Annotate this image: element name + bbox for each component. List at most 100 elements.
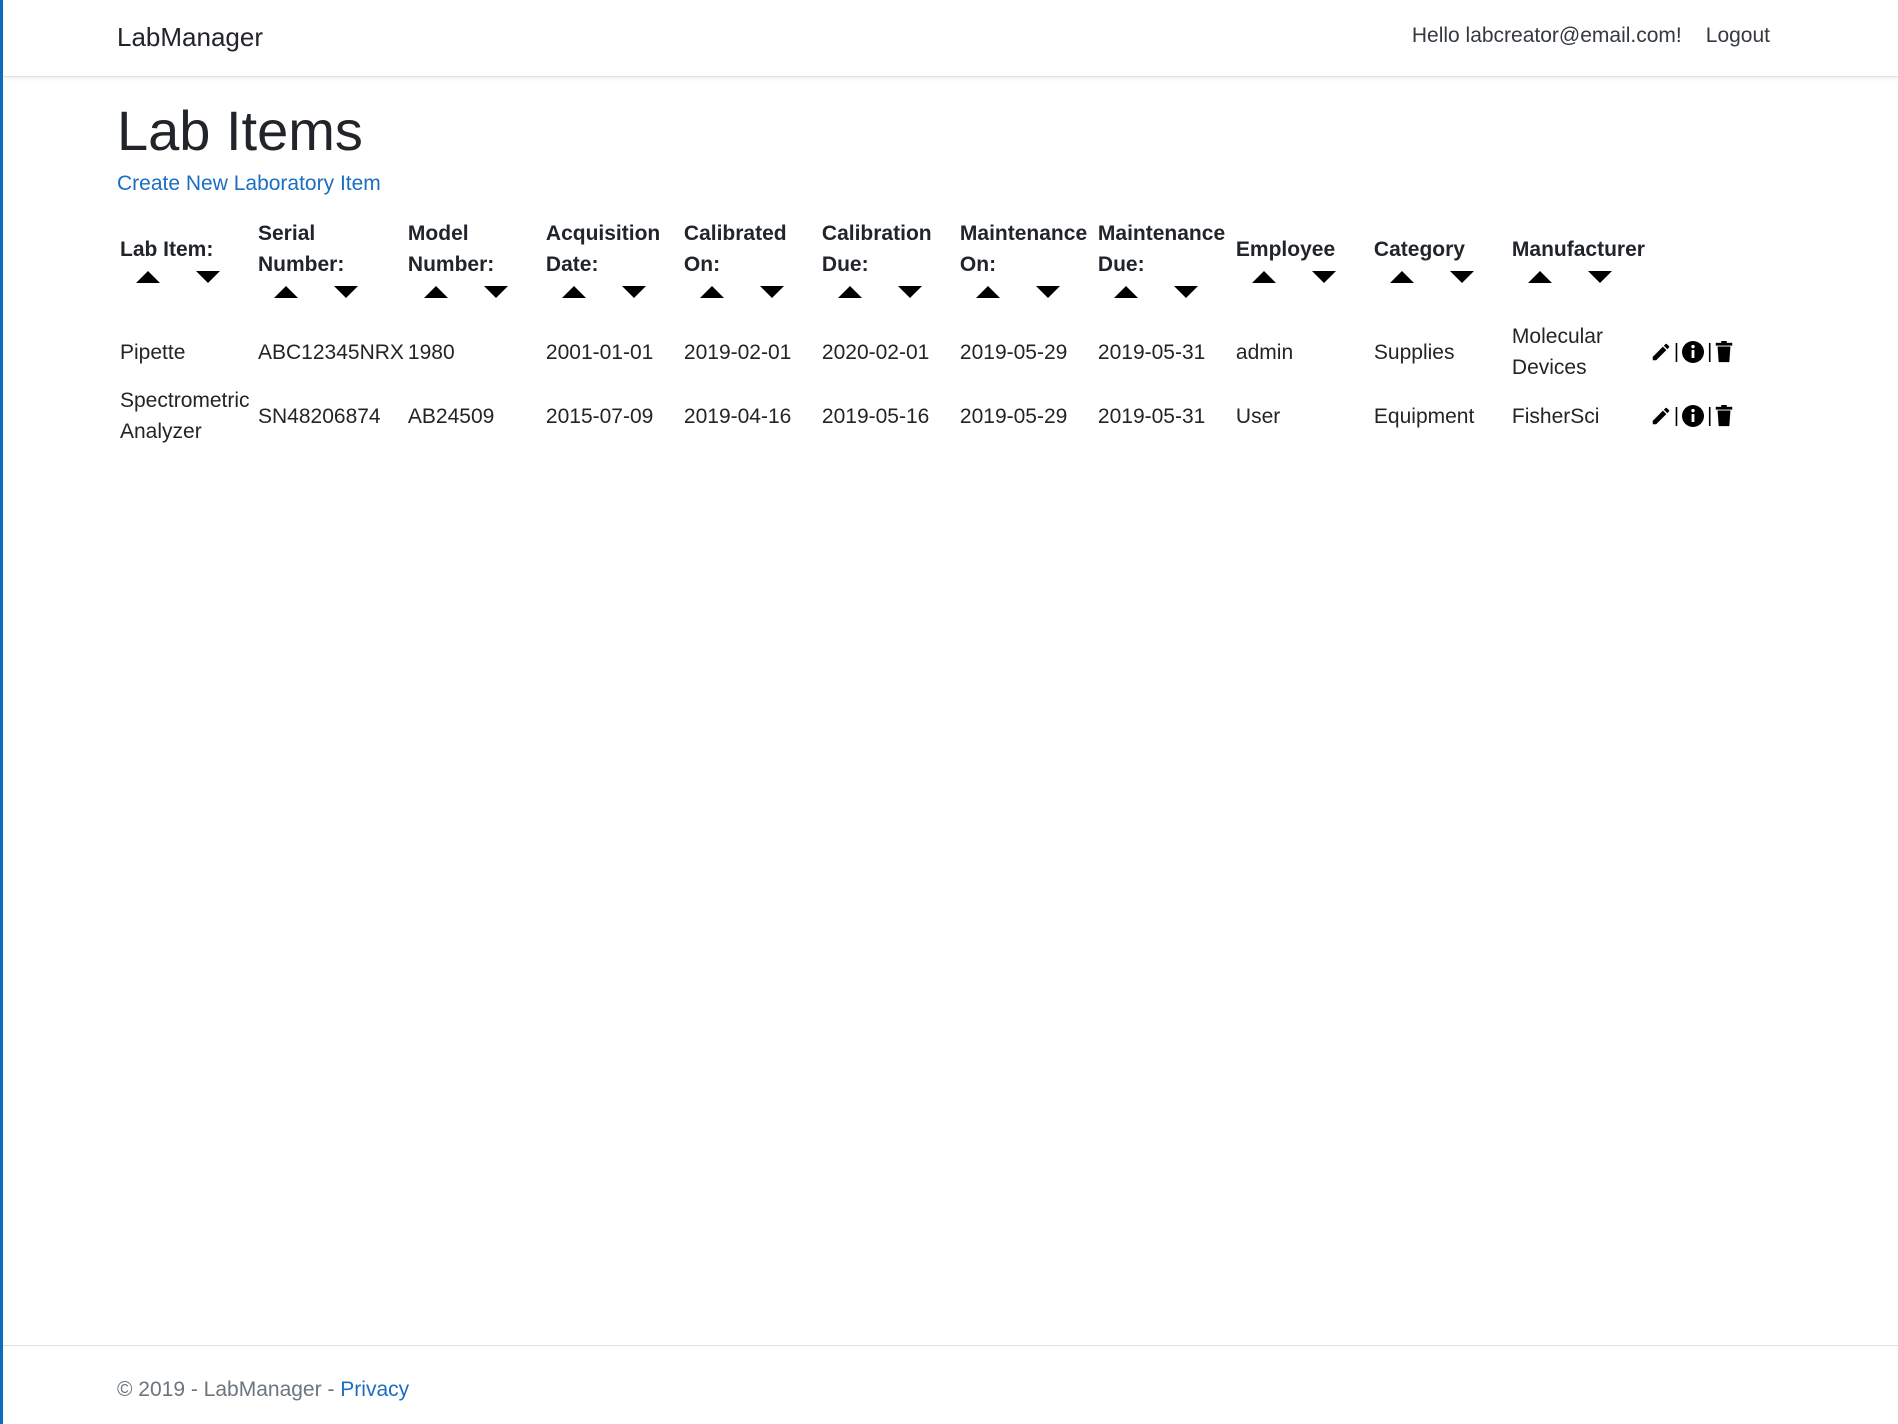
table-cell: User	[1235, 404, 1281, 428]
column-header-label: Lab Item:	[120, 237, 214, 261]
column-header-label: Manufacturer	[1511, 237, 1645, 261]
table-cell: Spectrometric Analyzer	[120, 389, 250, 443]
page-title: Lab Items	[117, 99, 363, 162]
table-cell: 2019-05-31	[1097, 404, 1206, 428]
pencil-icon[interactable]	[1650, 341, 1672, 363]
main-content: Lab Items Create New Laboratory Item Lab…	[117, 96, 1797, 448]
action-separator: |	[1707, 405, 1713, 427]
privacy-link[interactable]: Privacy	[340, 1378, 409, 1401]
create-new-item-link[interactable]: Create New Laboratory Item	[117, 172, 381, 196]
sort-descending-icon[interactable]	[196, 270, 220, 283]
table-cell: SN48206874	[258, 404, 381, 428]
column-header: Category	[1371, 210, 1509, 320]
sort-controls	[258, 286, 404, 298]
trash-icon[interactable]	[1714, 405, 1734, 427]
sort-controls	[1374, 270, 1508, 283]
sort-descending-icon[interactable]	[1587, 270, 1612, 283]
sort-ascending-icon[interactable]	[1113, 286, 1138, 298]
footer-text: © 2019 - LabManager - Privacy	[117, 1378, 409, 1402]
column-header-label: Calibration Due:	[821, 222, 932, 276]
sort-controls	[822, 286, 956, 298]
column-header: Manufacturer	[1509, 210, 1647, 320]
sort-ascending-icon[interactable]	[1389, 270, 1414, 283]
table-cell: Equipment	[1373, 404, 1475, 428]
sort-descending-icon[interactable]	[483, 286, 508, 298]
sort-controls	[1236, 270, 1370, 283]
sort-controls	[1098, 286, 1232, 298]
sort-ascending-icon[interactable]	[561, 286, 586, 298]
table-cell: 1980	[407, 340, 455, 364]
table-cell: FisherSci	[1511, 404, 1600, 428]
column-header: Calibration Due:	[819, 210, 957, 320]
table-cell: 2019-05-29	[959, 340, 1068, 364]
row-actions-group: | |	[1650, 404, 1750, 428]
column-header-label: Serial Number:	[258, 222, 345, 276]
column-header: Calibrated On:	[681, 210, 819, 320]
sort-descending-icon[interactable]	[897, 286, 922, 298]
table-cell: AB24509	[407, 404, 495, 428]
actions-header	[1647, 210, 1751, 320]
column-header: Maintenance On:	[957, 210, 1095, 320]
trash-icon[interactable]	[1714, 341, 1734, 363]
sort-ascending-icon[interactable]	[1527, 270, 1552, 283]
action-separator: |	[1707, 341, 1713, 363]
logout-button[interactable]: Logout	[1706, 24, 1770, 48]
sort-controls	[960, 286, 1094, 298]
table-cell: admin	[1235, 340, 1294, 364]
table-cell: 2019-02-01	[683, 340, 792, 364]
sort-ascending-icon[interactable]	[837, 286, 862, 298]
sort-ascending-icon[interactable]	[423, 286, 448, 298]
lab-items-table: Lab Item: Serial Number: Model Number: Acqu…	[117, 210, 1751, 448]
sort-descending-icon[interactable]	[334, 286, 358, 298]
table-cell: 2019-04-16	[683, 404, 792, 428]
sort-controls	[546, 286, 680, 298]
sort-ascending-icon[interactable]	[1251, 270, 1276, 283]
sort-controls	[120, 270, 254, 283]
column-header: Employee	[1233, 210, 1371, 320]
table-row: Pipette ABC12345NRX 1980 2001-01-01 2019-02-…	[117, 320, 1751, 384]
column-header-label: Calibrated On:	[683, 222, 787, 276]
table-cell: 2019-05-16	[821, 404, 930, 428]
navbar: LabManager Hello labcreator@email.com! L…	[3, 0, 1898, 77]
copyright-text: © 2019 - LabManager -	[117, 1378, 341, 1401]
column-header-label: Acquisition Date:	[545, 222, 661, 276]
table-cell: Supplies	[1373, 340, 1455, 364]
column-header: Lab Item:	[117, 210, 255, 320]
column-header-label: Maintenance Due:	[1097, 222, 1226, 276]
user-greeting[interactable]: Hello labcreator@email.com!	[1412, 24, 1682, 48]
sort-ascending-icon[interactable]	[699, 286, 724, 298]
column-header: Model Number:	[405, 210, 543, 320]
sort-ascending-icon[interactable]	[274, 286, 298, 298]
column-header: Acquisition Date:	[543, 210, 681, 320]
table-cell: 2015-07-09	[545, 404, 654, 428]
sort-ascending-icon[interactable]	[136, 270, 160, 283]
table-cell: 2001-01-01	[545, 340, 654, 364]
table-cell: ABC12345NRX	[258, 340, 404, 364]
sort-ascending-icon[interactable]	[975, 286, 1000, 298]
footer: © 2019 - LabManager - Privacy	[3, 1345, 1898, 1424]
row-actions: | |	[1647, 320, 1751, 384]
brand-link[interactable]: LabManager	[117, 22, 263, 53]
page: LabManager Hello labcreator@email.com! L…	[0, 0, 1898, 1424]
table-cell: 2019-05-31	[1097, 340, 1206, 364]
sort-descending-icon[interactable]	[1449, 270, 1474, 283]
table-cell: 2020-02-01	[821, 340, 930, 364]
table-header-row: Lab Item: Serial Number: Model Number: Acqu…	[117, 210, 1751, 320]
sort-descending-icon[interactable]	[1311, 270, 1336, 283]
table-row: Spectrometric Analyzer SN48206874 AB24509 2…	[117, 384, 1751, 448]
sort-descending-icon[interactable]	[1035, 286, 1060, 298]
nav-right: Hello labcreator@email.com! Logout	[1412, 24, 1770, 48]
sort-descending-icon[interactable]	[1173, 286, 1198, 298]
table-body: Pipette ABC12345NRX 1980 2001-01-01 2019-02-…	[117, 320, 1751, 448]
column-header-label: Model Number:	[407, 222, 495, 276]
sort-descending-icon[interactable]	[759, 286, 784, 298]
sort-descending-icon[interactable]	[621, 286, 646, 298]
info-icon[interactable]	[1681, 404, 1705, 428]
action-separator: |	[1673, 405, 1680, 427]
sort-controls	[408, 286, 542, 298]
table-cell: Molecular Devices	[1511, 325, 1603, 379]
column-header-label: Category	[1373, 237, 1465, 261]
info-icon[interactable]	[1681, 340, 1705, 364]
table-cell: 2019-05-29	[959, 404, 1068, 428]
pencil-icon[interactable]	[1650, 405, 1672, 427]
